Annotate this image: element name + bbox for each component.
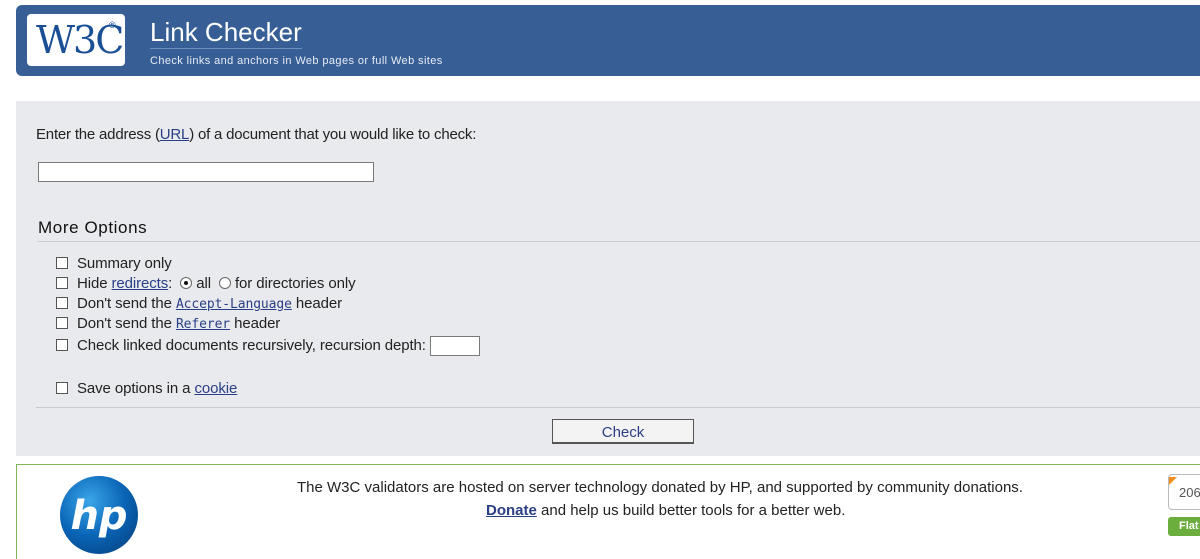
hide-redirects-checkbox[interactable] <box>56 277 68 289</box>
sponsor-statement: The W3C validators are hosted on server … <box>297 479 1023 496</box>
option-no-referer: Don't send the Referer header <box>56 314 280 334</box>
option-summary-only: Summary only <box>56 254 172 274</box>
recursive-checkbox[interactable] <box>56 339 68 351</box>
url-input[interactable] <box>38 162 374 182</box>
check-form-panel: Enter the address (URL) of a document th… <box>16 101 1200 456</box>
url-prompt-text: Enter the address ( <box>36 126 160 143</box>
radio-directories-label: for directories only <box>234 275 356 292</box>
donate-line-text: and help us build better tools for a bet… <box>536 502 846 519</box>
accept-language-link[interactable]: Accept-Language <box>176 297 292 312</box>
url-prompt-text-end: ) of a document that you would like to c… <box>189 126 477 143</box>
hide-colon: : <box>168 275 173 292</box>
option-recursive: Check linked documents recursively, recu… <box>56 336 480 357</box>
no-accept-language-label: Don't send the <box>77 295 176 312</box>
save-options-checkbox[interactable] <box>56 382 68 394</box>
hide-label: Hide <box>77 275 112 292</box>
more-options-heading: More Options <box>38 218 148 237</box>
donate-line: Donate and help us build better tools fo… <box>486 502 845 519</box>
summary-only-checkbox[interactable] <box>56 257 68 269</box>
url-prompt: Enter the address (URL) of a document th… <box>36 126 476 143</box>
check-button[interactable]: Check <box>552 419 694 444</box>
redirects-link[interactable]: redirects <box>112 275 169 292</box>
referer-link[interactable]: Referer <box>176 317 230 332</box>
summary-only-label: Summary only <box>77 255 172 272</box>
flattr-icon <box>1169 477 1177 485</box>
flattr-button[interactable]: Flat <box>1168 517 1200 536</box>
divider <box>38 241 1200 242</box>
header-banner: W3C ® Link Checker Check links and ancho… <box>16 5 1200 76</box>
option-no-accept-language: Don't send the Accept-Language header <box>56 294 342 314</box>
no-referer-checkbox[interactable] <box>56 317 68 329</box>
w3c-logo[interactable]: W3C ® <box>27 14 125 66</box>
cookie-link[interactable]: cookie <box>194 380 237 397</box>
hp-logo[interactable]: hp <box>58 474 140 556</box>
recursion-depth-input[interactable] <box>429 336 480 357</box>
page-subtitle: Check links and anchors in Web pages or … <box>150 55 443 67</box>
radio-all[interactable] <box>180 277 193 289</box>
header-word: header <box>230 315 281 332</box>
header-word: header <box>291 295 343 312</box>
recursive-label: Check linked documents recursively, recu… <box>77 337 426 354</box>
registered-mark: ® <box>109 20 116 30</box>
divider <box>36 407 1200 408</box>
sponsor-footer: hp The W3C validators are hosted on serv… <box>16 464 1200 559</box>
no-referer-label: Don't send the <box>77 315 176 332</box>
radio-all-label: all <box>196 275 211 292</box>
save-options-label: Save options in a <box>77 380 195 397</box>
donate-link[interactable]: Donate <box>486 502 537 519</box>
page-title: Link Checker <box>150 17 302 49</box>
option-hide-redirects: Hide redirects: all for directories only <box>56 274 356 294</box>
radio-directories-only[interactable] <box>218 277 231 289</box>
hp-logo-text: hp <box>70 493 127 539</box>
no-accept-language-checkbox[interactable] <box>56 297 68 309</box>
option-save-cookie: Save options in a cookie <box>56 379 237 399</box>
url-help-link[interactable]: URL <box>160 126 190 143</box>
